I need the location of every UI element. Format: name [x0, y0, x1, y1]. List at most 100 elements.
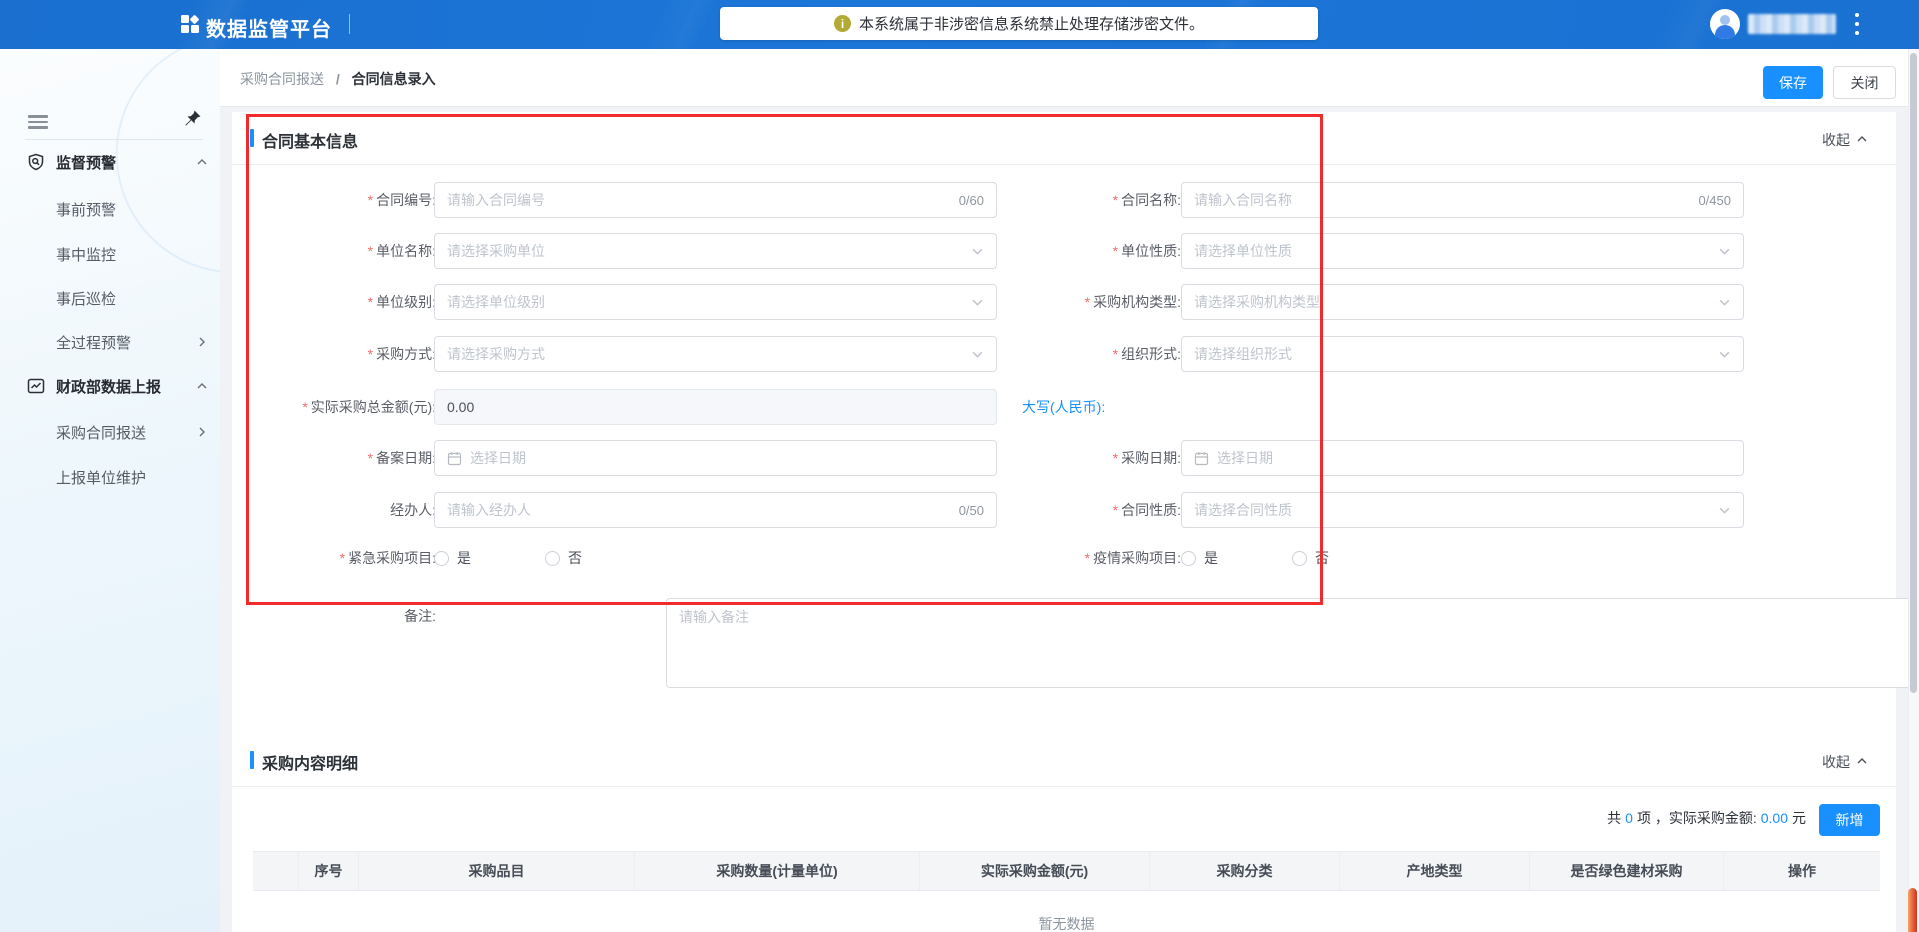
- chevron-up-icon: [196, 380, 208, 392]
- section-basic-title: 合同基本信息: [262, 134, 359, 151]
- app-title: 数据监管平台: [206, 19, 332, 41]
- section-detail-collapse[interactable]: 收起: [1822, 752, 1868, 772]
- sidebar-item-post-inspection[interactable]: 事后巡检: [0, 283, 220, 313]
- chevron-down-icon: [1718, 504, 1731, 517]
- urgent-no-radio[interactable]: 否: [545, 548, 582, 568]
- info-icon: i: [833, 15, 851, 32]
- section-accent-bar: [250, 129, 254, 147]
- handler-input[interactable]: 请输入经办人 0/50: [434, 492, 997, 528]
- chevron-down-icon: [1718, 296, 1731, 309]
- calendar-icon: [1194, 451, 1209, 466]
- table-header-row: 序号 采购品目 采购数量(计量单位) 实际采购金额(元) 采购分类 产地类型 是…: [253, 851, 1880, 891]
- handler-label: 经办人:: [390, 502, 436, 518]
- unit-level-select[interactable]: 请选择单位级别: [434, 284, 997, 320]
- user-avatar[interactable]: [1710, 9, 1740, 39]
- contract-nature-select[interactable]: 请选择合同性质: [1181, 492, 1744, 528]
- calendar-icon: [447, 451, 462, 466]
- scrollbar-marker-red[interactable]: [1908, 888, 1917, 932]
- scrollbar-thumb[interactable]: [1910, 53, 1917, 693]
- unit-name-label: * 单位名称:: [367, 243, 436, 259]
- sidebar-group-label: 监督预警: [56, 154, 117, 172]
- sidebar-item-reporting-unit-maintenance[interactable]: 上报单位维护: [0, 462, 220, 492]
- epidemic-label: * 疫情采购项目:: [1084, 550, 1181, 566]
- form-card: 合同基本信息 收起 * 合同编号: 请输入合同编号 0/60 * 合同名称: 请输入合…: [232, 112, 1919, 932]
- urgent-label: * 紧急采购项目:: [339, 550, 436, 566]
- contract-name-input[interactable]: 请输入合同名称 0/450: [1181, 182, 1744, 218]
- amount-in-words-label: 大写(人民币):: [1022, 399, 1106, 415]
- username-redacted: [1748, 14, 1836, 34]
- chevron-up-icon: [196, 156, 208, 168]
- section-divider: [232, 164, 1896, 165]
- sidebar-group-label: 财政部数据上报: [56, 378, 162, 396]
- breadcrumb-separator: /: [335, 71, 340, 87]
- sidebar-group-supervision[interactable]: 监督预警: [0, 147, 220, 177]
- unit-nature-label: * 单位性质:: [1112, 243, 1181, 259]
- purchase-date-picker[interactable]: 选择日期: [1181, 440, 1744, 476]
- sidebar-item-whole-process-warning[interactable]: 全过程预警: [0, 327, 220, 357]
- agency-type-select[interactable]: 请选择采购机构类型: [1181, 284, 1744, 320]
- breadcrumb-bar: 采购合同报送 / 合同信息录入 保存 关闭: [220, 49, 1908, 107]
- add-row-button[interactable]: 新增: [1819, 804, 1880, 836]
- contract-name-label: * 合同名称:: [1112, 192, 1181, 208]
- section-basic-collapse[interactable]: 收起: [1822, 130, 1868, 150]
- sidebar-group-mof-reporting[interactable]: 财政部数据上报: [0, 371, 220, 401]
- epidemic-no-radio[interactable]: 否: [1292, 548, 1329, 568]
- detail-amount: 0.00: [1760, 810, 1788, 826]
- unit-name-select[interactable]: 请选择采购单位: [434, 233, 997, 269]
- col-item: 采购品目: [359, 852, 635, 890]
- chevron-down-icon: [971, 348, 984, 361]
- radio-circle-icon: [545, 550, 560, 566]
- col-green: 是否绿色建材采购: [1530, 852, 1724, 890]
- detail-table: 序号 采购品目 采购数量(计量单位) 实际采购金额(元) 采购分类 产地类型 是…: [253, 851, 1880, 932]
- section-accent-bar: [250, 751, 254, 769]
- col-amount: 实际采购金额(元): [920, 852, 1150, 890]
- unit-nature-select[interactable]: 请选择单位性质: [1181, 233, 1744, 269]
- col-select: [253, 852, 299, 890]
- radio-circle-icon: [1181, 550, 1196, 566]
- sidebar-item-in-process-monitor[interactable]: 事中监控: [0, 239, 220, 269]
- collapse-sidebar-icon[interactable]: [28, 115, 48, 129]
- record-date-picker[interactable]: 选择日期: [434, 440, 997, 476]
- urgent-radio-group: 是 否: [434, 548, 642, 568]
- remark-textarea[interactable]: 请输入备注 0/999: [666, 598, 1919, 688]
- app-window: 数据监管平台 i 本系统属于非涉密信息系统禁止处理存储涉密文件。 监督预警 事前…: [0, 0, 1919, 932]
- close-button[interactable]: 关闭: [1833, 66, 1896, 99]
- empty-data-text: 暂无数据: [1038, 916, 1095, 932]
- col-category: 采购分类: [1150, 852, 1340, 890]
- more-menu-icon[interactable]: [1851, 12, 1863, 38]
- contract-no-label: * 合同编号:: [367, 192, 436, 208]
- total-amount-input: 0.00: [434, 389, 997, 425]
- urgent-yes-radio[interactable]: 是: [434, 548, 471, 568]
- chevron-down-icon: [1718, 348, 1731, 361]
- sidebar-divider: [25, 139, 203, 140]
- detail-summary: 共 0 项 ，实际采购金额: 0.00 元: [1607, 810, 1806, 826]
- header-divider: [349, 14, 350, 34]
- col-actions: 操作: [1788, 863, 1816, 879]
- org-form-label: * 组织形式:: [1112, 346, 1181, 362]
- sidebar-item-pre-warning[interactable]: 事前预警: [0, 194, 220, 224]
- notice-text: 本系统属于非涉密信息系统禁止处理存储涉密文件。: [858, 16, 1204, 33]
- breadcrumb-current: 合同信息录入: [351, 71, 436, 87]
- contract-no-input[interactable]: 请输入合同编号 0/60: [434, 182, 997, 218]
- chevron-right-icon: [196, 336, 208, 348]
- chevron-up-icon: [1856, 754, 1868, 770]
- purchase-date-label: * 采购日期:: [1112, 450, 1181, 466]
- sidebar-item-contract-reporting[interactable]: 采购合同报送: [0, 417, 220, 447]
- pin-icon[interactable]: [184, 109, 202, 129]
- col-origin: 产地类型: [1340, 852, 1530, 890]
- chevron-down-icon: [971, 245, 984, 258]
- method-label: * 采购方式:: [367, 346, 436, 362]
- sidebar: 监督预警 事前预警 事中监控 事后巡检 全过程预警 财政部数据上报 采购合同报送…: [0, 49, 220, 932]
- app-logo-icon: [181, 14, 200, 33]
- item-count: 0: [1625, 810, 1633, 826]
- chevron-right-icon: [196, 426, 208, 438]
- method-select[interactable]: 请选择采购方式: [434, 336, 997, 372]
- save-button[interactable]: 保存: [1763, 66, 1823, 99]
- section-divider: [232, 786, 1896, 787]
- col-quantity: 采购数量(计量单位): [635, 852, 920, 890]
- breadcrumb-parent[interactable]: 采购合同报送: [240, 71, 324, 87]
- col-index: 序号: [299, 852, 359, 890]
- radio-circle-icon: [1292, 550, 1307, 566]
- org-form-select[interactable]: 请选择组织形式: [1181, 336, 1744, 372]
- epidemic-yes-radio[interactable]: 是: [1181, 548, 1218, 568]
